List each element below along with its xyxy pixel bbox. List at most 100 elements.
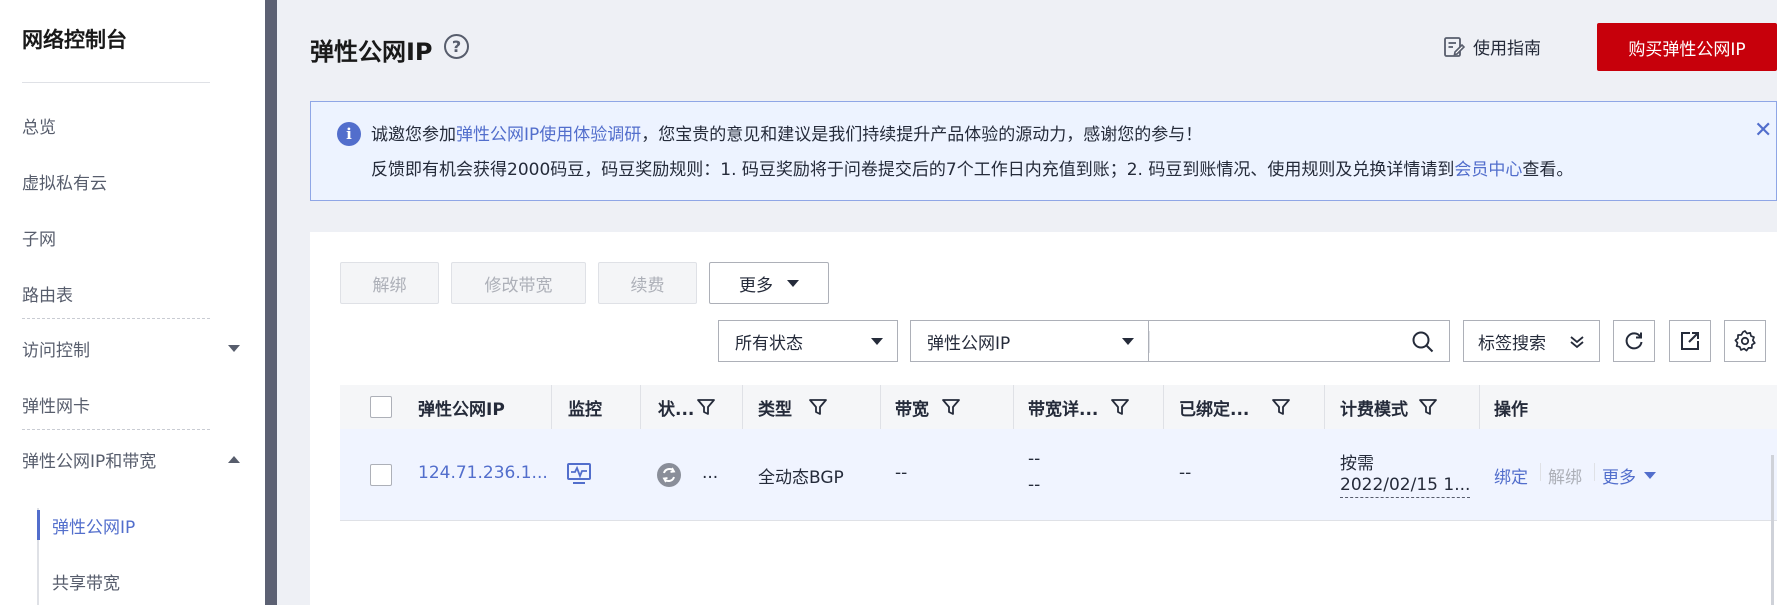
col-bandwidth-detail-label: 带宽详... (1028, 399, 1099, 420)
bind-button[interactable]: 绑定 (1494, 463, 1528, 488)
page-title: 弹性公网IP (310, 38, 433, 66)
col-billing[interactable]: 计费模式 (1340, 385, 1438, 429)
chevron-down-icon (1644, 472, 1656, 479)
refresh-button[interactable] (1613, 320, 1655, 362)
sidebar: 网络控制台 总览 虚拟私有云 子网 路由表 访问控制 弹性网卡 弹性公网IP和带… (0, 0, 265, 605)
guide-label: 使用指南 (1473, 39, 1541, 59)
select-all-checkbox[interactable] (370, 396, 392, 418)
monitor-icon[interactable] (566, 461, 592, 487)
row-more-button[interactable]: 更多 (1602, 463, 1656, 488)
filter-icon[interactable] (1271, 397, 1291, 417)
sidebar-item-label: 弹性公网IP和带宽 (22, 451, 157, 472)
col-bandwidth-label: 带宽 (895, 399, 929, 420)
survey-notice: i 诚邀您参加弹性公网IP使用体验调研，您宝贵的意见和建议是我们持续提升产品体验… (310, 101, 1777, 201)
unbind-button[interactable]: 解绑 (340, 262, 439, 304)
sidebar-separator (22, 318, 210, 319)
sidebar-subitem-shared-bandwidth[interactable]: 共享带宽 (52, 566, 120, 596)
close-icon[interactable]: ✕ (1754, 118, 1772, 143)
bandwidth-cell: -- (895, 463, 908, 483)
column-divider (551, 385, 552, 429)
operation-divider (1540, 463, 1541, 481)
sidebar-divider (22, 82, 210, 83)
column-divider (1013, 385, 1014, 429)
col-bound-label: 已绑定... (1179, 399, 1250, 420)
row-checkbox[interactable] (370, 464, 392, 486)
sidebar-title: 网络控制台 (22, 28, 127, 52)
notice-text: 查看。 (1522, 160, 1574, 180)
col-type-label: 类型 (758, 399, 792, 420)
status-text: ... (702, 463, 719, 483)
sidebar-item-label: 访问控制 (22, 340, 90, 361)
sidebar-item-route-table[interactable]: 路由表 (22, 278, 73, 308)
survey-link[interactable]: 弹性公网IP使用体验调研 (456, 125, 641, 145)
input-separator (1149, 331, 1150, 353)
modify-bandwidth-button[interactable]: 修改带宽 (451, 262, 586, 304)
notice-line-2: 反馈即有机会获得2000码豆，码豆奖励规则：1. 码豆奖励将于问卷提交后的7个工… (371, 155, 1573, 180)
member-center-link[interactable]: 会员中心 (1454, 160, 1522, 180)
filter-icon[interactable] (696, 397, 716, 417)
col-eip: 弹性公网IP (418, 399, 505, 420)
sidebar-item-eip-bandwidth[interactable]: 弹性公网IP和带宽 (22, 444, 252, 474)
col-status[interactable]: 状... (658, 385, 716, 429)
search-input[interactable] (1149, 320, 1450, 362)
notice-text: 反馈即有机会获得2000码豆，码豆奖励规则：1. 码豆奖励将于问卷提交后的7个工… (371, 160, 1455, 180)
more-actions-button[interactable]: 更多 (709, 262, 829, 304)
renew-button[interactable]: 续费 (598, 262, 697, 304)
user-guide-link[interactable]: 使用指南 (1443, 34, 1541, 59)
table-header: 弹性公网IP 监控 状... 类型 带宽 带宽详... 已绑定... 计费模式 … (340, 385, 1777, 429)
chevron-down-icon (228, 344, 240, 352)
sidebar-subitem-eip[interactable]: 弹性公网IP (52, 510, 135, 540)
billing-date-cell[interactable]: 2022/02/15 1... (1340, 475, 1471, 498)
col-bound[interactable]: 已绑定... (1179, 385, 1291, 429)
col-bandwidth[interactable]: 带宽 (895, 385, 961, 429)
buy-eip-button[interactable]: 购买弹性公网IP (1597, 23, 1777, 71)
notice-text: 诚邀您参加 (371, 125, 456, 145)
column-divider (1479, 385, 1480, 429)
submenu-active-indicator (37, 510, 40, 540)
sidebar-item-eni[interactable]: 弹性网卡 (22, 389, 90, 419)
filter-icon[interactable] (1418, 397, 1438, 417)
info-icon: i (337, 122, 361, 146)
eip-address-link[interactable]: 124.71.236.1... (418, 463, 548, 483)
scrollbar[interactable] (1771, 455, 1774, 605)
sidebar-splitter[interactable] (265, 0, 277, 605)
row-unbind-button[interactable]: 解绑 (1548, 463, 1582, 488)
gear-icon (1734, 330, 1756, 352)
sidebar-item-overview[interactable]: 总览 (22, 110, 56, 140)
search-type-select[interactable]: 弹性公网IP (910, 320, 1149, 362)
col-status-label: 状... (658, 399, 695, 420)
table-row: 124.71.236.1... ... 全动态BGP -- -- -- -- 按… (340, 429, 1777, 521)
chevron-down-icon (871, 338, 883, 345)
bandwidth-detail-cell: -- (1028, 475, 1041, 495)
help-icon[interactable]: ? (444, 34, 469, 59)
col-type[interactable]: 类型 (758, 385, 828, 429)
filter-icon[interactable] (941, 397, 961, 417)
more-label: 更多 (739, 275, 773, 296)
chevron-down-icon (1122, 338, 1134, 345)
notice-text: ，您宝贵的意见和建议是我们持续提升产品体验的源动力，感谢您的参与！ (641, 125, 1203, 145)
search-icon[interactable] (1411, 330, 1435, 354)
column-divider (640, 385, 641, 429)
filter-icon[interactable] (808, 397, 828, 417)
col-bandwidth-detail[interactable]: 带宽详... (1028, 385, 1130, 429)
tag-search-button[interactable]: 标签搜索 (1463, 320, 1600, 362)
status-select-value: 所有状态 (735, 333, 803, 354)
column-divider (1324, 385, 1325, 429)
refresh-icon (1625, 332, 1643, 350)
bandwidth-detail-cell: -- (1028, 449, 1041, 469)
export-icon (1681, 332, 1699, 350)
col-operations: 操作 (1494, 399, 1528, 420)
export-button[interactable] (1669, 320, 1711, 362)
status-select[interactable]: 所有状态 (718, 320, 898, 362)
bound-resource-cell: -- (1179, 463, 1192, 483)
col-monitor: 监控 (568, 399, 602, 420)
sidebar-item-subnet[interactable]: 子网 (22, 222, 56, 252)
guide-doc-icon (1444, 36, 1465, 57)
search-type-value: 弹性公网IP (927, 333, 1011, 354)
sidebar-item-access-control[interactable]: 访问控制 (22, 333, 252, 363)
sidebar-item-vpc[interactable]: 虚拟私有云 (22, 166, 107, 196)
double-chevron-down-icon (1570, 336, 1584, 349)
settings-button[interactable] (1724, 320, 1766, 362)
tag-search-label: 标签搜索 (1478, 333, 1546, 354)
filter-icon[interactable] (1110, 397, 1130, 417)
